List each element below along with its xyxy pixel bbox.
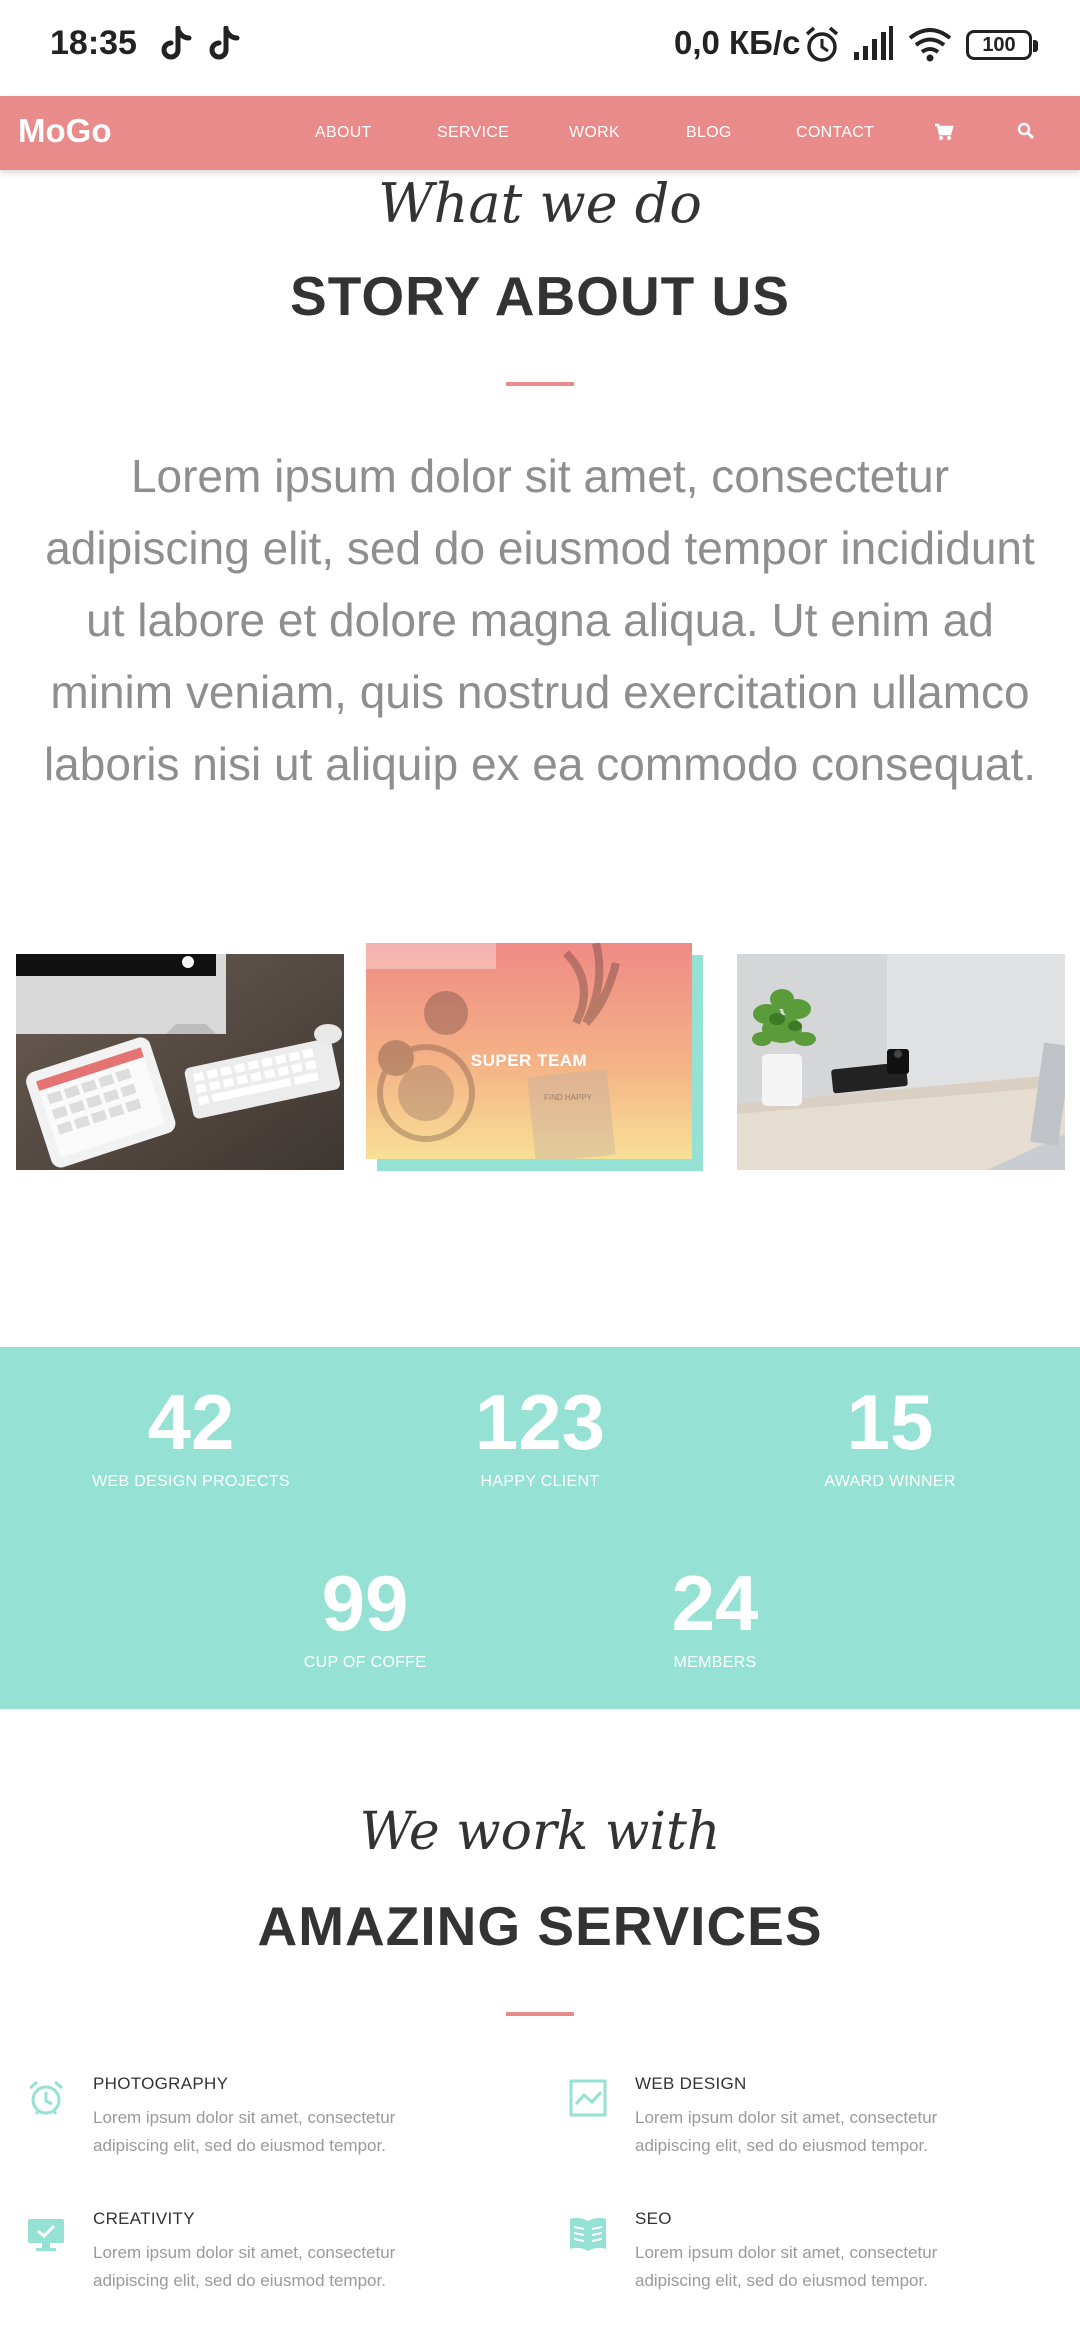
stat-coffee: 99 CUP OF COFFE: [215, 1560, 515, 1672]
service-text: Lorem ipsum dolor sit amet, consectetur …: [93, 2243, 396, 2290]
stat-number: 42: [147, 1378, 235, 1466]
about-heading: STORY ABOUT US: [290, 265, 790, 327]
stat-clients: 123 HAPPY CLIENT: [390, 1379, 690, 1491]
tiktok-icon: [209, 26, 240, 60]
nav-item-work[interactable]: WORK: [569, 124, 620, 142]
service-title: CREATIVITY: [93, 2209, 195, 2228]
services-heading: AMAZING SERVICES: [257, 1895, 823, 1957]
service-text: Lorem ipsum dolor sit amet, consectetur …: [635, 2108, 938, 2155]
stat-number: 123: [474, 1378, 606, 1466]
nav-item-blog[interactable]: BLOG: [686, 124, 732, 142]
service-title: PHOTOGRAPHY: [93, 2074, 229, 2093]
network-speed: 0,0 КБ/с: [674, 24, 801, 61]
section-divider: [506, 382, 574, 386]
super-team-label: SUPER TEAM: [470, 1051, 588, 1070]
tiktok-icon: [161, 26, 192, 60]
services-script-title: We work with: [359, 1802, 721, 1862]
signal-icon: [854, 26, 893, 60]
status-bar: 18:35 0,0 КБ/с 100: [0, 0, 1080, 96]
stat-number: 15: [846, 1378, 934, 1466]
nav-item-contact[interactable]: CONTACT: [796, 124, 874, 142]
chart-icon: [569, 2079, 607, 2117]
stat-label: MEMBERS: [673, 1654, 757, 1671]
stat-members: 24 MEMBERS: [565, 1560, 865, 1672]
stat-label: AWARD WINNER: [824, 1473, 956, 1490]
section-divider: [506, 2012, 574, 2016]
stat-number: 99: [321, 1559, 409, 1647]
team-note-text: FIND HAPPY: [543, 1093, 592, 1102]
cart-icon[interactable]: [934, 122, 954, 142]
stat-number: 24: [671, 1559, 759, 1647]
stat-label: CUP OF COFFE: [303, 1654, 427, 1671]
wifi-icon: [908, 28, 952, 62]
search-icon[interactable]: [1017, 122, 1035, 140]
stat-label: HAPPY CLIENT: [480, 1473, 600, 1490]
nav-item-service[interactable]: SERVICE: [437, 124, 509, 142]
desk-photo-plant: [737, 954, 1065, 1170]
service-title: WEB DESIGN: [635, 2074, 747, 2093]
battery-icon: 100: [966, 30, 1038, 60]
super-team-card[interactable]: SUPER TEAM FIND HAPPY: [366, 943, 692, 1159]
alarm-icon: [805, 26, 839, 62]
stat-projects: 42 WEB DESIGN PROJECTS: [41, 1379, 341, 1491]
alarm-clock-icon: [29, 2080, 63, 2115]
status-time: 18:35: [50, 24, 137, 62]
about-text: Lorem ipsum dolor sit amet, consectetur …: [43, 450, 1037, 790]
book-icon: [570, 2217, 606, 2251]
service-title: SEO: [635, 2209, 672, 2228]
service-text: Lorem ipsum dolor sit amet, consectetur …: [635, 2243, 938, 2290]
service-text: Lorem ipsum dolor sit amet, consectetur …: [93, 2108, 396, 2155]
navbar: MoGo ABOUT SERVICE WORK BLOG CONTACT: [0, 96, 1080, 170]
about-script-title: What we do: [378, 172, 702, 235]
monitor-icon: [28, 2219, 64, 2251]
stats-section: 42 WEB DESIGN PROJECTS 123 HAPPY CLIENT …: [0, 1347, 1080, 1709]
desk-photo-imac: [16, 954, 344, 1170]
stat-awards: 15 AWARD WINNER: [740, 1379, 1040, 1491]
logo[interactable]: MoGo: [18, 112, 111, 150]
nav-item-about[interactable]: ABOUT: [315, 124, 372, 142]
stat-label: WEB DESIGN PROJECTS: [92, 1473, 290, 1490]
